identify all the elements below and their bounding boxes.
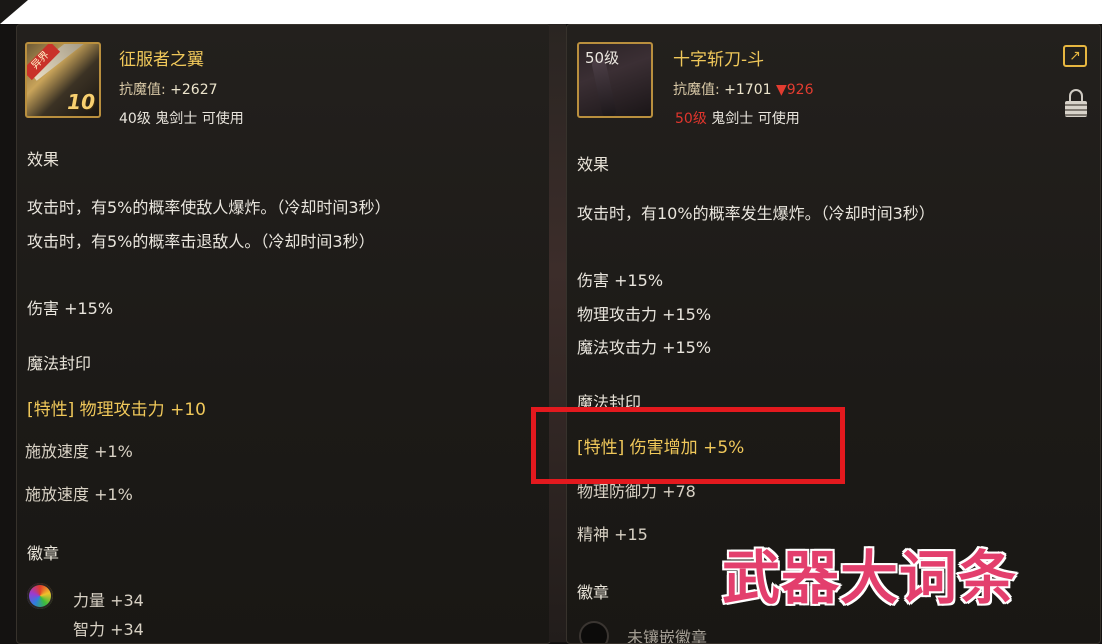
emblem-orb-icon[interactable]	[27, 583, 53, 609]
item-name-right: 十字斩刀-斗	[673, 50, 765, 70]
magic-seal-line: 精神 +15	[577, 525, 648, 544]
anti-magic-label: 抗魔值	[119, 82, 161, 98]
corner-shadow	[0, 0, 28, 24]
requirement-level: 50级	[675, 111, 707, 127]
emblem-line: 力量 +34	[73, 591, 144, 610]
top-white-strip	[0, 0, 1102, 24]
effect-line: 攻击时，有10%的概率发生爆炸。（冷却时间3秒）	[577, 204, 935, 223]
stat-line: 物理攻击力 +15%	[577, 305, 712, 324]
anti-magic-label: 抗魔值	[673, 82, 715, 98]
requirement-rest: 鬼剑士 可使用	[711, 111, 800, 127]
link-icon[interactable]: ↗	[1063, 45, 1087, 67]
anti-magic-value: +1701	[724, 82, 772, 98]
item-name-left: 征服者之翼	[119, 50, 204, 70]
effect-title-right: 效果	[577, 155, 610, 174]
requirement-right: 50级 鬼剑士 可使用	[675, 108, 800, 128]
icon-level: 10	[67, 90, 95, 114]
anti-magic-value: +2627	[170, 82, 218, 98]
emblem-line: 智力 +34	[73, 620, 144, 639]
emblem-slot-text: 未镶嵌徽章	[627, 628, 708, 644]
background-gap	[549, 24, 566, 642]
empty-slot-icon[interactable]	[579, 621, 609, 643]
magic-seal-line: 施放速度 +1%	[25, 442, 133, 461]
icon-level: 50级	[585, 49, 620, 67]
effect-line: 攻击时，有5%的概率使敌人爆炸。（冷却时间3秒）	[27, 198, 391, 217]
stat-line: 伤害 +15%	[577, 271, 664, 290]
anti-magic-diff: ▼926	[775, 82, 814, 98]
magic-seal-title-left: 魔法封印	[27, 354, 92, 373]
highlight-box	[531, 407, 845, 484]
emblem-title-left: 徽章	[27, 544, 60, 563]
item-icon-left[interactable]: 异界 10	[25, 42, 101, 118]
effect-line: 攻击时，有5%的概率击退敌人。（冷却时间3秒）	[27, 232, 375, 251]
requirement-left: 40级 鬼剑士 可使用	[119, 111, 244, 127]
overlay-caption: 武器大词条	[720, 543, 1018, 614]
anti-magic-right: 抗魔值: +1701 ▼926	[673, 82, 814, 98]
stat-line: 魔法攻击力 +15%	[577, 338, 712, 357]
stat-line: 伤害 +15%	[27, 299, 114, 318]
magic-seal-trait-left: [特性] 物理攻击力 +10	[27, 400, 206, 420]
item-icon-right[interactable]: 50级	[577, 42, 653, 118]
anti-magic-left: 抗魔值: +2627	[119, 82, 218, 98]
effect-title-left: 效果	[27, 150, 60, 169]
magic-seal-line: 施放速度 +1%	[25, 485, 133, 504]
lock-icon[interactable]	[1065, 89, 1087, 119]
emblem-title-right: 徽章	[577, 583, 610, 602]
tooltip-left: 异界 10 征服者之翼 抗魔值: +2627 40级 鬼剑士 可使用 效果 攻击…	[16, 24, 551, 644]
